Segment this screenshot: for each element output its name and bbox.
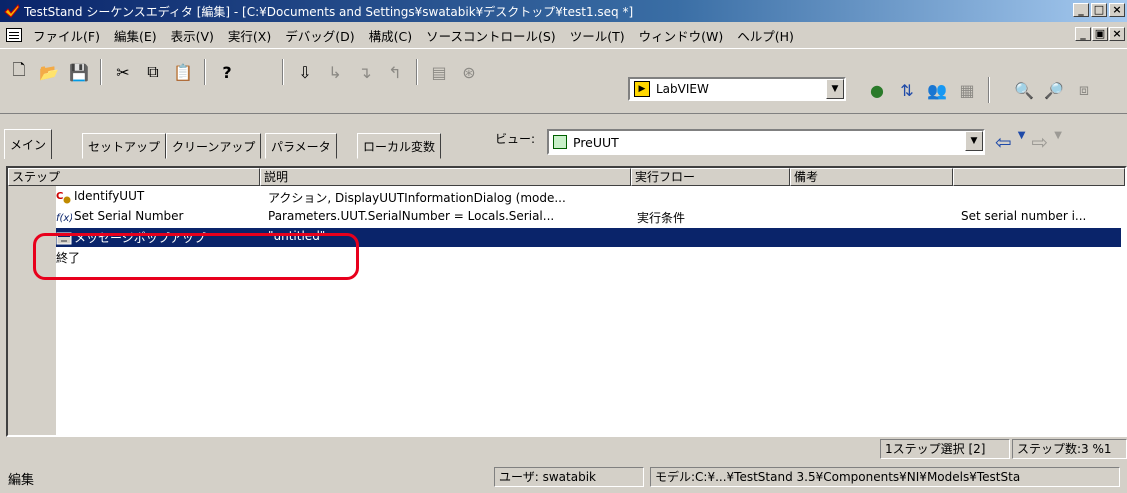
menu-bar: ファイル(F) 編集(E) 表示(V) 実行(X) デバッグ(D) 構成(C) … bbox=[0, 22, 1127, 48]
step-over-icon[interactable]: ↴ bbox=[353, 60, 377, 84]
station-globals-icon[interactable]: ⇅ bbox=[895, 78, 919, 102]
forward-arrow-icon[interactable]: ⇨ bbox=[1031, 130, 1048, 154]
back-arrow-icon[interactable]: ⇦ bbox=[995, 130, 1012, 154]
toolbar-separator bbox=[416, 59, 418, 85]
menu-window[interactable]: ウィンドウ(W) bbox=[632, 26, 731, 45]
teststand-app-icon bbox=[4, 4, 20, 18]
mode-status: 編集 bbox=[8, 473, 35, 488]
column-header-step[interactable]: ステップ bbox=[8, 168, 260, 186]
paste-icon[interactable]: 📋 bbox=[171, 60, 195, 84]
view-label: ビュー: bbox=[495, 132, 536, 146]
toolbar-separator bbox=[282, 59, 284, 85]
step-row[interactable]: C IdentifyUUT アクション, DisplayUUTInformatio… bbox=[56, 188, 1121, 207]
chevron-down-icon[interactable]: ▼ bbox=[965, 131, 983, 151]
step-row[interactable]: f(x) Set Serial Number Parameters.UUT.Ser… bbox=[56, 208, 1121, 227]
help-icon[interactable]: ? bbox=[215, 60, 239, 84]
column-header-description[interactable]: 説明 bbox=[260, 168, 631, 186]
view-select[interactable]: PreUUT ▼ bbox=[547, 129, 985, 155]
title-bar: TestStand シーケンスエディタ [編集] - [C:¥Documents… bbox=[0, 0, 1127, 22]
grid-status-line: 1ステップ選択 [2] ステップ数:3 %1 bbox=[0, 437, 1127, 461]
step-name: メッセージポップアップ bbox=[74, 231, 206, 245]
menu-view[interactable]: 表示(V) bbox=[164, 26, 221, 45]
adapter-value: LabVIEW bbox=[656, 82, 709, 96]
copy-icon[interactable]: ⧉ bbox=[141, 60, 165, 84]
find-icon[interactable]: 🔍 bbox=[1012, 78, 1036, 102]
forward-dropdown-icon[interactable]: ▼ bbox=[1054, 130, 1062, 154]
status-bar: 編集 ユーザ: swatabik モデル:C:¥...¥TestStand 3.… bbox=[0, 463, 1127, 493]
step-into-icon[interactable]: ↳ bbox=[323, 60, 347, 84]
step-flow: 実行条件 bbox=[637, 211, 686, 225]
svg-text:C: C bbox=[56, 191, 63, 202]
doc-minimize-button[interactable]: _ bbox=[1075, 27, 1091, 41]
menu-help[interactable]: ヘルプ(H) bbox=[730, 26, 801, 45]
column-header-comment[interactable]: 備考 bbox=[790, 168, 953, 186]
back-dropdown-icon[interactable]: ▼ bbox=[1018, 130, 1026, 154]
diff-icon[interactable]: ⧈ bbox=[1072, 78, 1096, 102]
statement-fx-icon: f(x) bbox=[56, 213, 72, 224]
tab-main[interactable]: メイン bbox=[4, 129, 53, 159]
sequence-icon bbox=[553, 135, 567, 149]
step-row[interactable]: 終了 bbox=[56, 248, 1121, 267]
column-header-flow[interactable]: 実行フロー bbox=[631, 168, 790, 186]
message-popup-icon bbox=[56, 232, 72, 244]
steps-grid[interactable]: ステップ 説明 実行フロー 備考 C IdentifyUUT アクション, Dis… bbox=[6, 166, 1127, 437]
open-folder-icon[interactable]: 📂 bbox=[37, 60, 61, 84]
tab-locals[interactable]: ローカル変数 bbox=[357, 133, 442, 159]
step-description: アクション, DisplayUUTInformationDialog (mode… bbox=[268, 191, 566, 205]
step-row-selected[interactable]: メッセージポップアップ "untitled" bbox=[56, 228, 1121, 247]
step-extra: Set serial number i... bbox=[961, 209, 1087, 223]
menu-file[interactable]: ファイル(F) bbox=[26, 26, 107, 45]
step-description: Parameters.UUT.SerialNumber = Locals.Ser… bbox=[268, 209, 555, 223]
cut-icon[interactable]: ✂ bbox=[111, 60, 135, 84]
user-status: ユーザ: swatabik bbox=[494, 467, 644, 487]
step-description: "untitled" bbox=[268, 229, 326, 243]
svg-text:f(x): f(x) bbox=[56, 213, 72, 224]
chevron-down-icon[interactable]: ▼ bbox=[826, 79, 844, 99]
close-button[interactable]: × bbox=[1109, 3, 1125, 17]
toolbar: 🗋 📂 💾 ✂ ⧉ 📋 ? ⇩ ↳ ↴ ↰ ▤ ⊛ ▶ LabVIEW ▼ ● … bbox=[0, 48, 1127, 114]
sequence-tabs: メイン セットアップ クリーンアップ パラメータ ローカル変数 ビュー: Pre… bbox=[0, 116, 1127, 162]
tab-setup[interactable]: セットアップ bbox=[82, 133, 167, 159]
globe-icon[interactable]: ● bbox=[865, 78, 889, 102]
document-menu-icon[interactable] bbox=[6, 28, 22, 42]
window-title: TestStand シーケンスエディタ [編集] - [C:¥Documents… bbox=[24, 4, 634, 19]
breakpoint-icon[interactable]: ▤ bbox=[427, 60, 451, 84]
step-name: Set Serial Number bbox=[74, 209, 184, 223]
identify-uut-icon: C bbox=[56, 191, 71, 203]
watch-icon[interactable]: ⊛ bbox=[457, 60, 481, 84]
menu-edit[interactable]: 編集(E) bbox=[107, 26, 164, 45]
run-icon[interactable]: ⇩ bbox=[293, 60, 317, 84]
toolbar-separator bbox=[988, 77, 990, 103]
menu-execute[interactable]: 実行(X) bbox=[221, 26, 278, 45]
doc-close-button[interactable]: × bbox=[1109, 27, 1125, 41]
new-file-icon[interactable]: 🗋 bbox=[7, 60, 31, 84]
toolbar-separator bbox=[204, 59, 206, 85]
users-icon[interactable]: 👥 bbox=[925, 78, 949, 102]
selection-status: 1ステップ選択 [2] bbox=[880, 439, 1010, 459]
save-icon[interactable]: 💾 bbox=[67, 60, 91, 84]
tab-cleanup[interactable]: クリーンアップ bbox=[166, 133, 262, 159]
maximize-button[interactable]: □ bbox=[1091, 3, 1107, 17]
step-count-status: ステップ数:3 %1 bbox=[1012, 439, 1127, 459]
menu-debug[interactable]: デバッグ(D) bbox=[278, 26, 361, 45]
step-name: IdentifyUUT bbox=[74, 189, 145, 203]
column-header-extra[interactable] bbox=[953, 168, 1125, 186]
labview-icon: ▶ bbox=[634, 81, 650, 97]
view-value: PreUUT bbox=[573, 134, 619, 150]
model-status: モデル:C:¥...¥TestStand 3.5¥Components¥NI¥M… bbox=[650, 467, 1120, 487]
minimize-button[interactable]: _ bbox=[1073, 3, 1089, 17]
menu-configure[interactable]: 構成(C) bbox=[362, 26, 419, 45]
menu-source-control[interactable]: ソースコントロール(S) bbox=[419, 26, 563, 45]
menu-tools[interactable]: ツール(T) bbox=[563, 26, 632, 45]
doc-restore-button[interactable]: ▣ bbox=[1092, 27, 1108, 41]
tab-parameters[interactable]: パラメータ bbox=[265, 133, 337, 159]
step-out-icon[interactable]: ↰ bbox=[383, 60, 407, 84]
adapter-select[interactable]: ▶ LabVIEW ▼ bbox=[628, 77, 846, 101]
grid-gutter bbox=[8, 186, 56, 435]
step-name: 終了 bbox=[56, 251, 81, 265]
search-directories-icon[interactable]: 🔎 bbox=[1042, 78, 1066, 102]
toolbar-separator bbox=[100, 59, 102, 85]
template-icon[interactable]: ▦ bbox=[955, 78, 979, 102]
